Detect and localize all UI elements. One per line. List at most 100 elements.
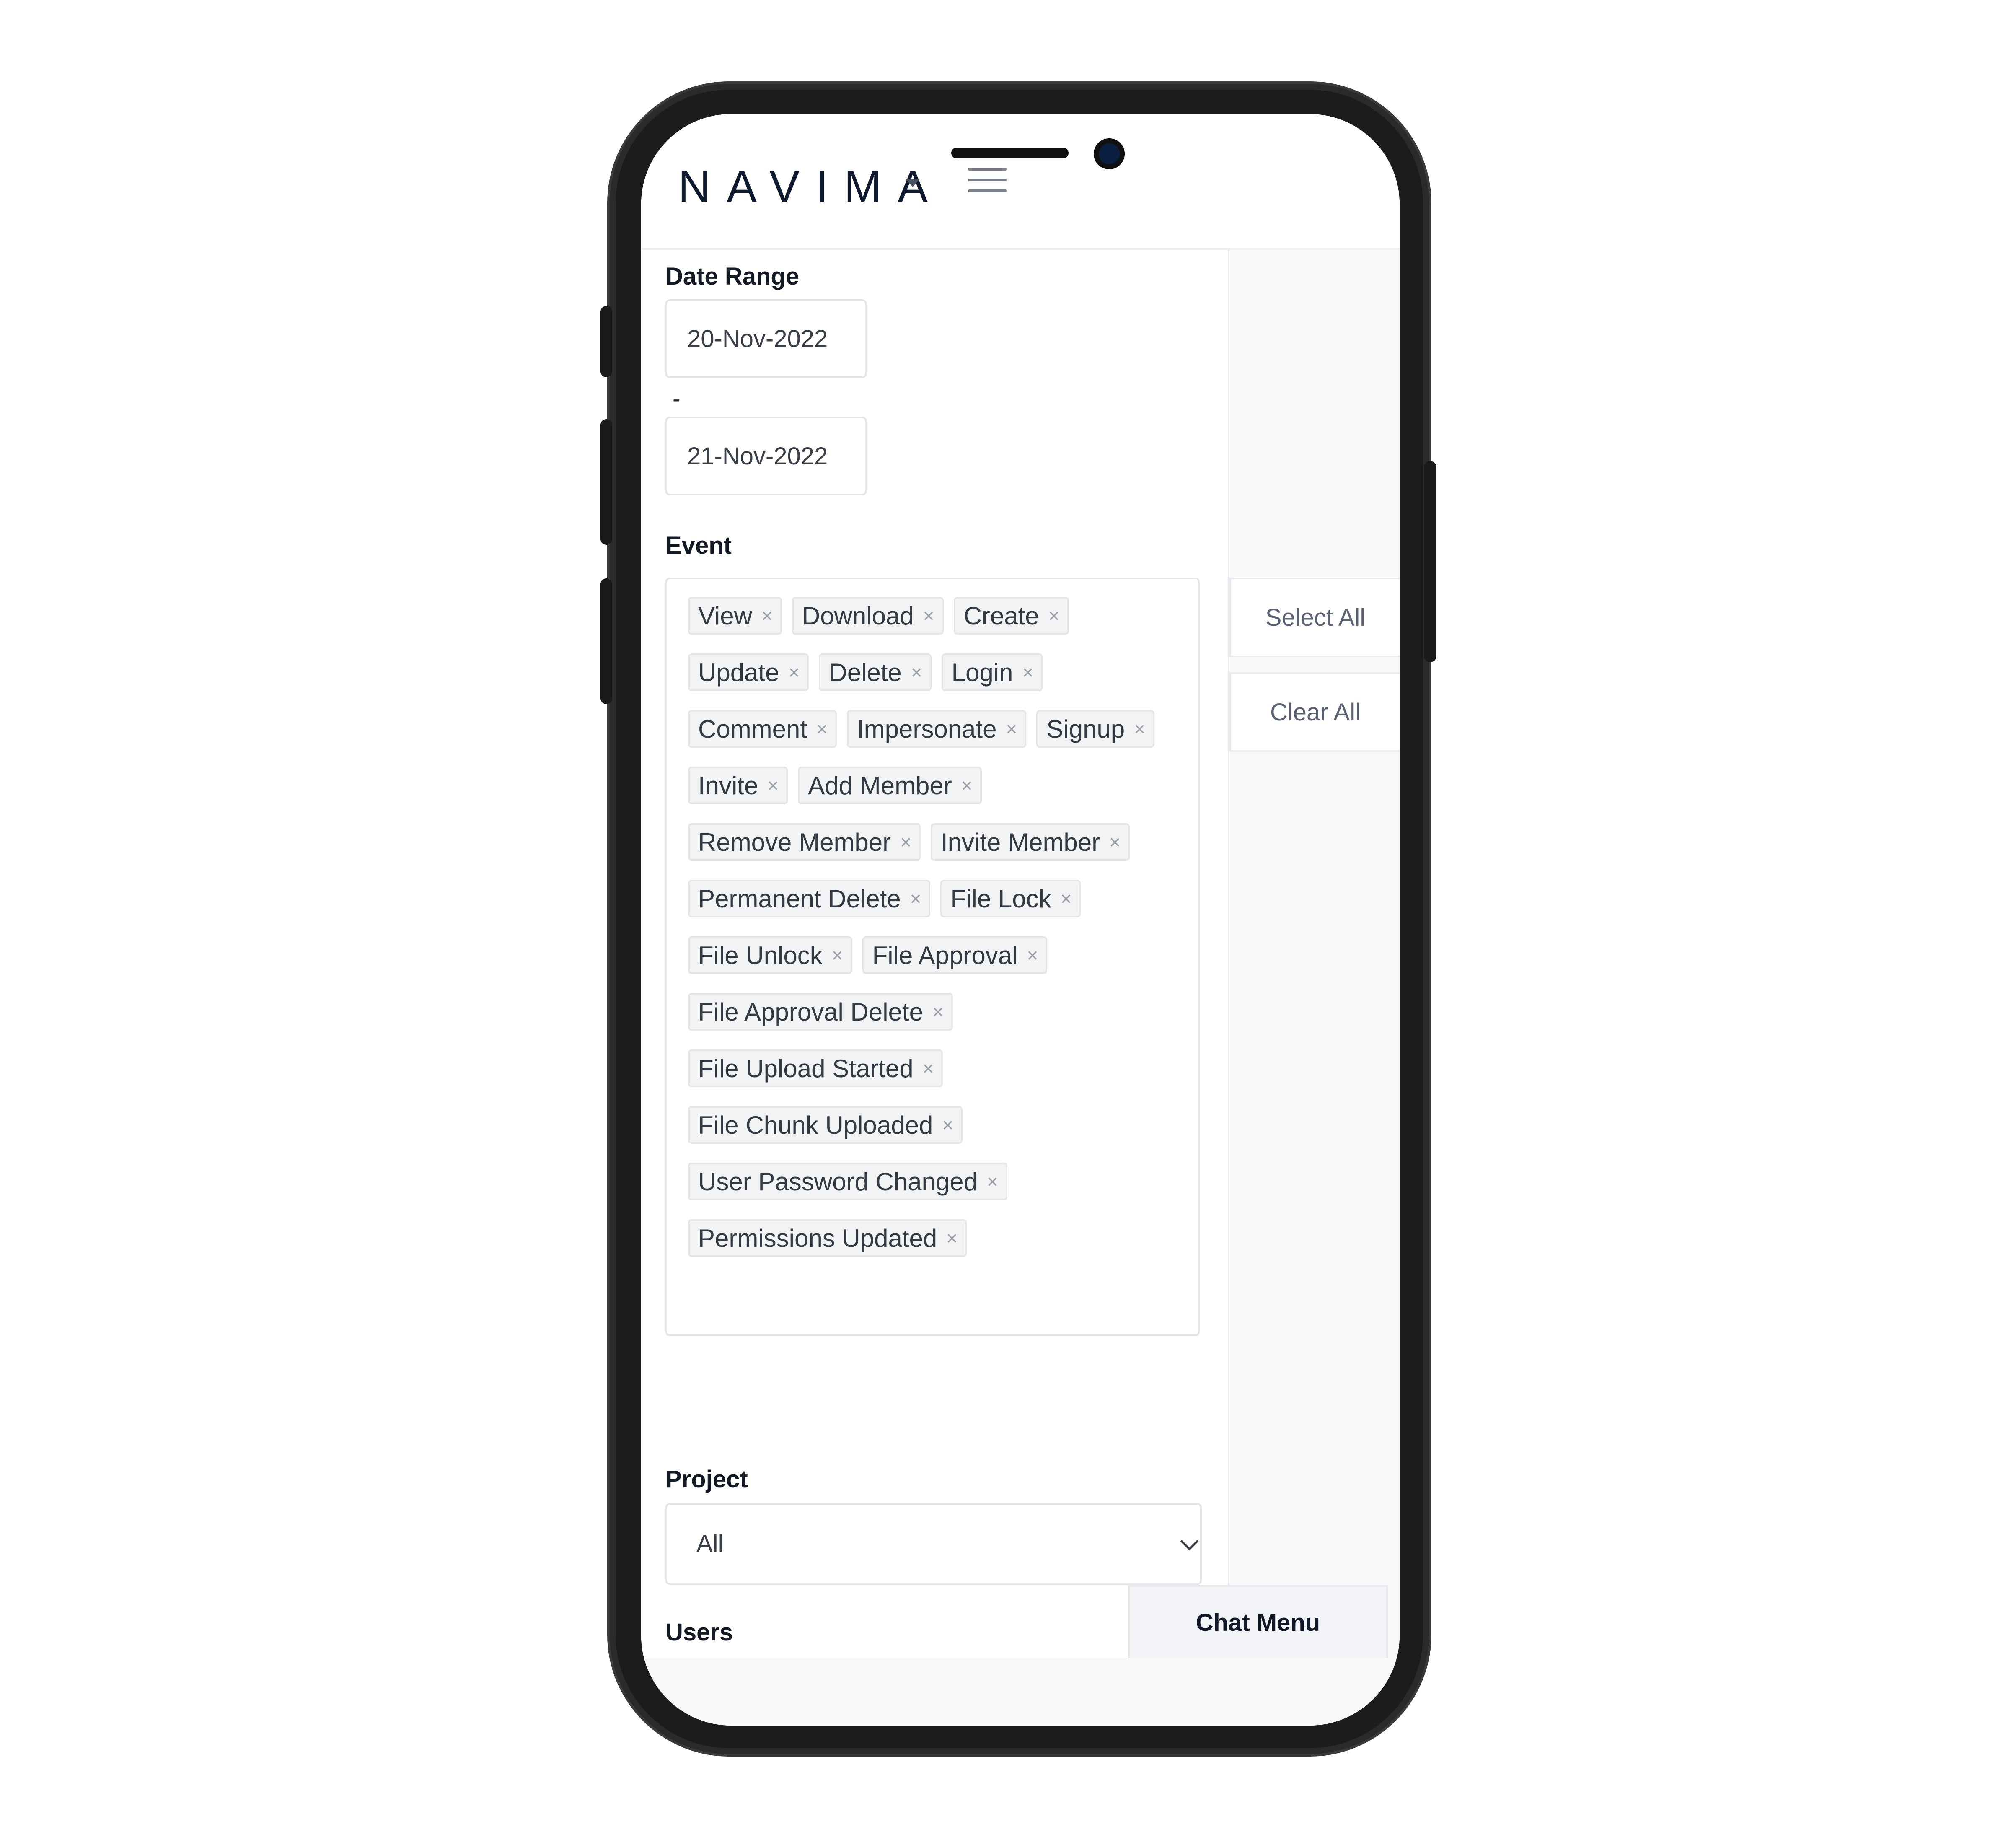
- event-tag-label: Impersonate: [857, 715, 997, 743]
- event-tag-row: Remove Member × Invite Member ×: [688, 823, 1154, 861]
- users-label: Users: [665, 1619, 733, 1646]
- caret-down-icon[interactable]: [905, 179, 920, 187]
- event-tag: Download ×: [792, 597, 944, 635]
- phone-camera: [1094, 138, 1125, 169]
- filter-panel: Date Range 20-Nov-2022 - 21-Nov-2022 Eve…: [641, 250, 1400, 1658]
- close-icon[interactable]: ×: [761, 604, 773, 627]
- event-tag-label: Permanent Delete: [698, 884, 901, 913]
- logo[interactable]: NAVIMA: [678, 160, 944, 212]
- chat-menu-button[interactable]: Chat Menu: [1128, 1585, 1388, 1658]
- event-tag-label: Signup: [1046, 715, 1125, 743]
- hamburger-menu-icon[interactable]: [968, 168, 1007, 193]
- event-tag: Login ×: [941, 653, 1043, 691]
- event-tag: File Approval ×: [862, 936, 1048, 974]
- event-tag-label: Invite: [698, 771, 758, 800]
- event-tag: Signup ×: [1036, 710, 1155, 748]
- event-tag-label: Permissions Updated: [698, 1224, 937, 1252]
- event-tag-row: Permissions Updated ×: [688, 1219, 1154, 1257]
- phone-speaker: [951, 148, 1069, 158]
- close-icon[interactable]: ×: [1061, 887, 1072, 910]
- event-tag: Permissions Updated ×: [688, 1219, 967, 1257]
- close-icon[interactable]: ×: [1134, 718, 1145, 740]
- event-tag-label: Delete: [829, 658, 902, 687]
- event-tag: Create ×: [953, 597, 1069, 635]
- event-tag: Invite ×: [688, 767, 788, 804]
- event-tag: View ×: [688, 597, 782, 635]
- event-tag-row: Permanent Delete × File Lock ×: [688, 880, 1154, 917]
- close-icon[interactable]: ×: [932, 1000, 944, 1023]
- event-tag: Impersonate ×: [846, 710, 1027, 748]
- event-tag-row: View × Download × Create ×: [688, 597, 1154, 635]
- phone-screen: NAVIMA Date Range 20-Nov-2022 - 21-Nov-2…: [641, 114, 1400, 1726]
- event-tag: Delete ×: [819, 653, 932, 691]
- event-tag-label: User Password Changed: [698, 1167, 978, 1196]
- screen-bottom-area: [641, 1658, 1400, 1726]
- project-label: Project: [665, 1466, 748, 1493]
- event-tag-label: File Chunk Uploaded: [698, 1111, 933, 1139]
- close-icon[interactable]: ×: [832, 944, 843, 967]
- close-icon[interactable]: ×: [961, 774, 973, 797]
- event-tag: Permanent Delete ×: [688, 880, 931, 917]
- close-icon[interactable]: ×: [1006, 718, 1017, 740]
- event-tag-label: File Lock: [950, 884, 1051, 913]
- side-actions-panel: [1228, 250, 1400, 1658]
- event-tag-row: Comment × Impersonate × Signup ×: [688, 710, 1155, 748]
- event-tag: File Approval Delete ×: [688, 993, 953, 1031]
- event-tag: Add Member ×: [798, 767, 982, 804]
- event-tag-row: File Upload Started ×: [688, 1049, 1154, 1087]
- close-icon[interactable]: ×: [816, 718, 828, 740]
- event-tag-row: Update × Delete × Login ×: [688, 653, 1154, 691]
- close-icon[interactable]: ×: [946, 1227, 958, 1249]
- event-multiselect[interactable]: View × Download × Create × Update × Delete × Login…: [665, 578, 1200, 1336]
- close-icon[interactable]: ×: [1022, 661, 1033, 684]
- date-range-label: Date Range: [665, 263, 800, 290]
- event-tag-label: Remove Member: [698, 828, 891, 856]
- event-tag-label: File Unlock: [698, 941, 823, 969]
- event-tag: File Chunk Uploaded ×: [688, 1106, 963, 1144]
- close-icon[interactable]: ×: [900, 831, 911, 853]
- phone-volume-down: [600, 578, 612, 704]
- project-select-value: All: [696, 1530, 724, 1557]
- clear-all-button[interactable]: Clear All: [1229, 672, 1400, 752]
- event-tag-label: File Approval: [872, 941, 1018, 969]
- event-tag-label: View: [698, 601, 752, 630]
- chevron-down-icon: [1180, 1532, 1199, 1551]
- event-tag-row: User Password Changed ×: [688, 1163, 1154, 1200]
- event-tag-label: Update: [698, 658, 779, 687]
- event-tag-label: Login: [951, 658, 1013, 687]
- event-label: Event: [665, 532, 732, 559]
- event-tag-row: File Approval Delete ×: [688, 993, 1154, 1031]
- close-icon[interactable]: ×: [923, 1057, 934, 1080]
- top-bar: NAVIMA: [641, 114, 1400, 250]
- close-icon[interactable]: ×: [1109, 831, 1121, 853]
- close-icon[interactable]: ×: [1048, 604, 1060, 627]
- end-date-input[interactable]: 21-Nov-2022: [665, 417, 867, 495]
- event-tag-row: File Chunk Uploaded ×: [688, 1106, 1154, 1144]
- event-tag-row: Invite × Add Member ×: [688, 767, 1154, 804]
- event-tag-label: Add Member: [808, 771, 952, 800]
- close-icon[interactable]: ×: [910, 887, 921, 910]
- event-tag: Comment ×: [688, 710, 837, 748]
- event-tag: Update ×: [688, 653, 809, 691]
- event-tag-label: Download: [802, 601, 914, 630]
- close-icon[interactable]: ×: [942, 1114, 953, 1136]
- close-icon[interactable]: ×: [1027, 944, 1038, 967]
- event-tag-label: Invite Member: [941, 828, 1100, 856]
- close-icon[interactable]: ×: [767, 774, 779, 797]
- event-tag-list: View × Download × Create × Update × Delete × Login…: [688, 597, 1155, 1276]
- close-icon[interactable]: ×: [911, 661, 922, 684]
- event-tag-label: Create: [963, 601, 1039, 630]
- event-tag: Invite Member ×: [931, 823, 1130, 861]
- close-icon[interactable]: ×: [788, 661, 800, 684]
- event-tag: File Unlock ×: [688, 936, 852, 974]
- event-tag: File Lock ×: [940, 880, 1081, 917]
- project-select[interactable]: All: [665, 1503, 1202, 1585]
- event-tag-label: File Approval Delete: [698, 998, 923, 1026]
- event-tag-label: File Upload Started: [698, 1054, 914, 1083]
- event-tag-row: File Unlock × File Approval ×: [688, 936, 1154, 974]
- close-icon[interactable]: ×: [987, 1170, 998, 1193]
- select-all-button[interactable]: Select All: [1229, 578, 1400, 657]
- start-date-input[interactable]: 20-Nov-2022: [665, 299, 867, 378]
- close-icon[interactable]: ×: [923, 604, 934, 627]
- phone-volume-up: [600, 419, 612, 545]
